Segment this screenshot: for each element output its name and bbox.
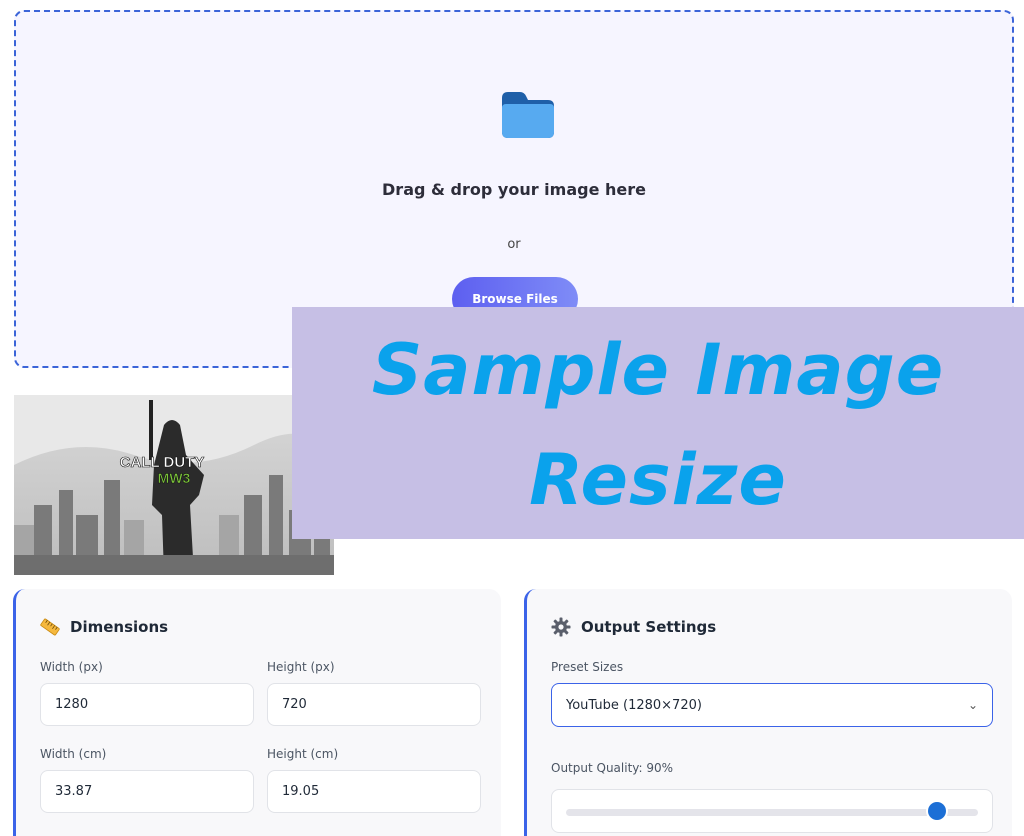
folder-icon bbox=[502, 92, 554, 138]
output-quality-label: Output Quality: 90% bbox=[551, 761, 674, 775]
width-cm-input[interactable]: 33.87 bbox=[40, 770, 254, 813]
dimensions-title: Dimensions bbox=[40, 617, 168, 637]
quality-slider-box bbox=[551, 789, 993, 833]
preset-sizes-label: Preset Sizes bbox=[551, 660, 624, 674]
preset-sizes-select[interactable]: YouTube (1280×720) ⌄ bbox=[551, 683, 993, 727]
dimensions-title-text: Dimensions bbox=[70, 618, 169, 636]
dimensions-card: Dimensions Width (px) 1280 Height (px) 7… bbox=[13, 589, 501, 836]
output-settings-title: Output Settings bbox=[551, 617, 716, 637]
page: Drag & drop your image here or Browse Fi… bbox=[0, 0, 1024, 836]
height-px-label: Height (px) bbox=[267, 660, 335, 674]
gear-icon bbox=[551, 617, 571, 637]
quality-slider-thumb[interactable] bbox=[927, 802, 946, 820]
output-settings-card: Output Settings Preset Sizes YouTube (12… bbox=[524, 589, 1012, 836]
preview-logo-title: CALL DUTY bbox=[120, 454, 205, 471]
quality-slider-track[interactable] bbox=[566, 809, 978, 816]
output-settings-title-text: Output Settings bbox=[581, 618, 717, 636]
sample-banner: Sample Image Resize bbox=[292, 307, 1024, 539]
banner-line-1: Sample Image bbox=[371, 329, 945, 411]
chevron-down-icon: ⌄ bbox=[967, 698, 978, 712]
width-px-input[interactable]: 1280 bbox=[40, 683, 254, 726]
preset-sizes-value: YouTube (1280×720) bbox=[566, 697, 702, 713]
banner-line-2: Resize bbox=[529, 439, 787, 521]
width-px-label: Width (px) bbox=[40, 660, 103, 674]
ruler-icon bbox=[40, 618, 60, 636]
height-px-input[interactable]: 720 bbox=[267, 683, 481, 726]
height-cm-input[interactable]: 19.05 bbox=[267, 770, 481, 813]
image-preview: CALL DUTY MW3 bbox=[14, 395, 334, 575]
dropzone-title: Drag & drop your image here bbox=[382, 180, 646, 199]
height-cm-label: Height (cm) bbox=[267, 747, 339, 761]
width-cm-label: Width (cm) bbox=[40, 747, 107, 761]
dropzone-or-text: or bbox=[507, 237, 521, 252]
preview-logo-subtitle: MW3 bbox=[158, 470, 191, 486]
